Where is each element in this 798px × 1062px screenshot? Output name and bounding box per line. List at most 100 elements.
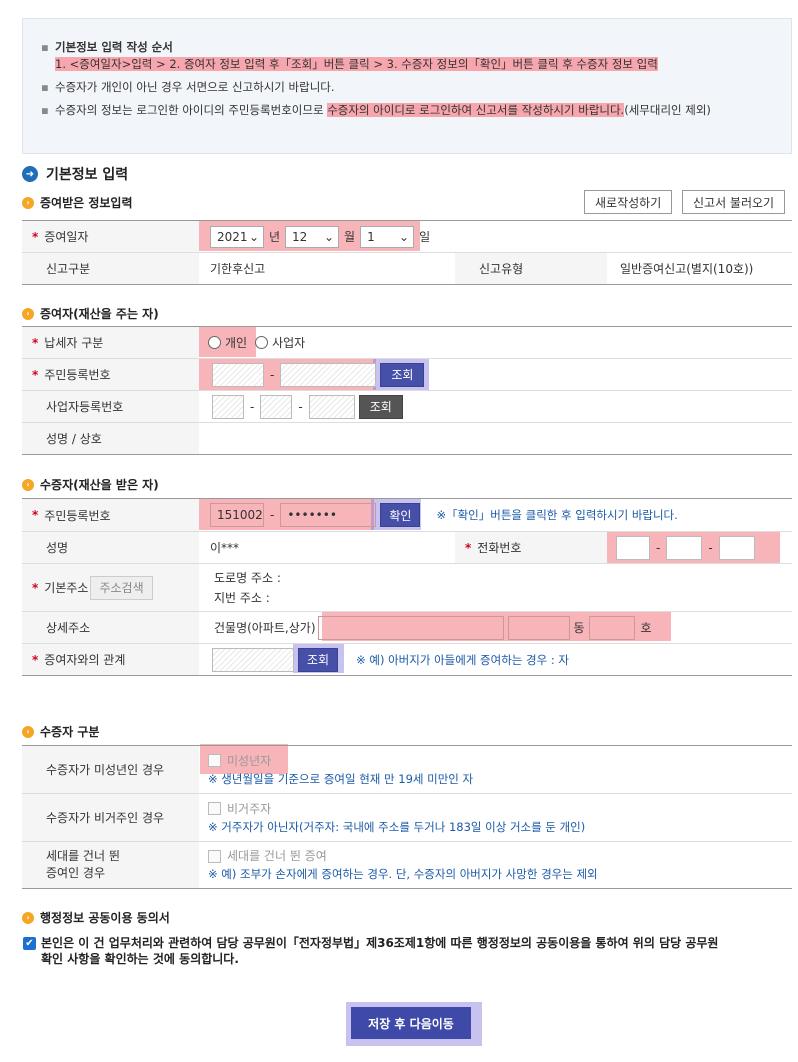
brn-part1-input[interactable] [212,394,244,419]
recipient-title-text: 수증자(재산을 받은 자) [40,478,159,492]
year-value: 2021 [217,229,248,244]
recipient-rrn-label: * 주민등록번호 [22,499,199,531]
received-title: › 증여받은 정보입력 [22,194,133,211]
dong-input[interactable] [507,615,570,640]
guide-highlight: 수증자의 아이디로 로그인하여 신고서를 작성하시기 바랍니다. [327,103,625,117]
consent-text: 본인은 이 건 업무처리와 관련하여 담당 공무원이「전자정부법」제36조제1항… [41,936,719,966]
recipient-rrn-back-input[interactable]: ••••••• [280,503,377,527]
year-select[interactable]: 2021 ⌄ [210,225,264,248]
detail-label: 상세주소 [22,612,199,643]
date-fields: 2021 ⌄ 년 12 ⌄ 월 1 ⌄ 일 [210,221,435,252]
recipient-type-table: 수증자가 미성년인 경우 미성년자 ※ 생년월일을 기준으로 증여일 현재 만 … [22,745,792,889]
brn-row: 사업자등록번호 - - 조회 [22,391,792,423]
chevron-down-icon: ⌄ [248,229,259,244]
address-search-button[interactable]: 주소검색 [90,575,153,600]
day-select[interactable]: 1 ⌄ [360,225,415,248]
individual-label: 개인 [225,336,248,350]
minor-note: ※ 생년월일을 기준으로 증여일 현재 만 19세 미만인 자 [208,771,474,786]
arrow-circle-icon: ➜ [22,166,38,182]
date-label: * 증여일자 [22,221,199,252]
year-unit: 년 [269,230,281,244]
guide-text: 수증자가 개인이 아닌 경우 서면으로 신고하시기 바랍니다. [55,80,335,94]
confirm-button[interactable]: 확인 [380,503,421,527]
donor-name-row: 성명 / 상호 [22,423,792,455]
guide-title: 기본정보 입력 작성 순서 [55,40,173,54]
consent-title: › 행정정보 공동이용 동의서 [22,909,170,926]
confirm-note: ※「확인」버튼을 클릭한 후 입력하시기 바랍니다. [436,508,678,522]
dash: - [708,540,713,555]
nonres-label: 수증자가 비거주인 경우 [22,794,199,841]
donor-title: › 증여자(재산을 주는 자) [22,305,159,322]
guide-line-2: ▪ 수증자가 개인이 아닌 경우 서면으로 신고하시기 바랍니다. [41,80,335,94]
month-select[interactable]: 12 ⌄ [285,225,340,248]
gen-skip-row: 세대를 건너 뛴 증여인 경우 세대를 건너 뛴 증여 ※ 예) 조부가 손자에… [22,842,792,889]
minor-check-label: 미성년자 [227,753,272,768]
dong-label: 동 [573,621,585,635]
phone-part2-input[interactable] [666,535,703,560]
bullet-icon: › [22,196,34,209]
minor-label: 수증자가 미성년인 경우 [22,746,199,793]
phone-fields: - - [616,532,755,563]
recipient-rrn-row: * 주민등록번호 151002 - ••••••• 확인 ※「확인」버튼을 클릭한… [22,499,792,532]
dash: - [270,508,275,522]
brn-part2-input[interactable] [260,394,293,419]
received-table: * 증여일자 2021 ⌄ 년 12 ⌄ 월 1 ⌄ 일 신고구분 기한후신고 신고유형… [22,220,792,285]
recipient-type-title-text: 수증자 구분 [40,725,100,739]
detail-row: 상세주소 건물명(아파트,상가) 동 호 [22,612,792,644]
brn-fields: - - 조회 [212,391,403,422]
relation-label-text: 증여자와의 관계 [44,653,126,667]
section-title-text: 기본정보 입력 [46,167,129,183]
donor-name-label: 성명 / 상호 [22,423,199,454]
donor-rrn-back-input[interactable] [280,362,377,387]
phone-part1-input[interactable] [616,535,650,560]
gen-skip-fields: 세대를 건너 뛴 증여 ※ 예) 조부가 손자에게 증여하는 경우. 단, 수증… [208,842,598,888]
address-values: 도로명 주소 : 지번 주소 : [214,564,281,611]
nonres-option: 비거주자 [208,800,271,818]
dash: - [270,367,275,382]
recipient-title: › 수증자(재산을 받은 자) [22,476,159,493]
bullet-icon: › [22,725,34,738]
relation-input[interactable] [212,647,294,672]
radio-business[interactable] [255,336,269,349]
recipient-rrn-front-input[interactable]: 151002 [210,503,264,527]
new-write-button[interactable]: 새로작성하기 [584,190,673,214]
gen-skip-label: 세대를 건너 뛴 증여인 경우 [22,842,199,888]
nonres-checkbox[interactable] [208,802,221,815]
date-label-text: 증여일자 [44,230,89,244]
phone-part3-input[interactable] [718,535,755,560]
minor-checkbox[interactable] [208,754,221,767]
load-report-button[interactable]: 신고서 불러오기 [682,190,786,214]
taxpayer-label-text: 납세자 구분 [44,336,104,350]
nonres-check-label: 비거주자 [227,801,272,816]
relation-note: ※ 예) 아버지가 아들에게 증여하는 경우 : 자 [356,652,569,667]
ho-label: 호 [640,621,652,635]
gen-skip-check-label: 세대를 건너 뛴 증여 [227,849,327,863]
gen-skip-label-1: 세대를 건너 뛴 [46,849,120,863]
ho-input[interactable] [588,615,635,640]
relation-lookup-button[interactable]: 조회 [298,647,339,672]
donor-rrn-front-input[interactable] [212,362,264,387]
report-type-value: 기한후신고 [210,262,266,276]
dash: - [298,399,303,414]
lot-address: 지번 주소 : [214,590,270,605]
nonres-row: 수증자가 비거주인 경우 비거주자 ※ 거주자가 아닌자(거주자: 국내에 주소… [22,794,792,842]
bullet-icon: › [22,478,34,491]
chevron-down-icon: ⌄ [399,229,410,244]
recipient-name-label: 성명 [22,532,199,563]
business-label: 사업자 [272,336,306,350]
building-input[interactable] [317,615,504,640]
donor-lookup-button[interactable]: 조회 [380,362,425,387]
guide-box: ▪ 기본정보 입력 작성 순서 1. <증여일자>입력 > 2. 증여자 정보 입… [22,18,792,154]
day-unit: 일 [419,230,431,244]
save-next-button[interactable]: 저장 후 다음이동 [351,1007,471,1039]
brn-lookup-button[interactable]: 조회 [358,394,403,419]
consent-checkbox[interactable]: ✔ [23,937,36,950]
gen-skip-checkbox[interactable] [208,849,221,863]
radio-individual[interactable] [208,336,221,349]
chevron-down-icon: ⌄ [323,229,335,244]
section-title: ➜ 기본정보 입력 [22,164,128,184]
recipient-rrn-fields: 151002 - ••••••• 확인 ※「확인」버튼을 클릭한 후 입력하시기… [210,499,678,531]
brn-part3-input[interactable] [308,394,355,419]
day-value: 1 [367,229,375,244]
taxpayer-label: * 납세자 구분 [22,327,199,358]
